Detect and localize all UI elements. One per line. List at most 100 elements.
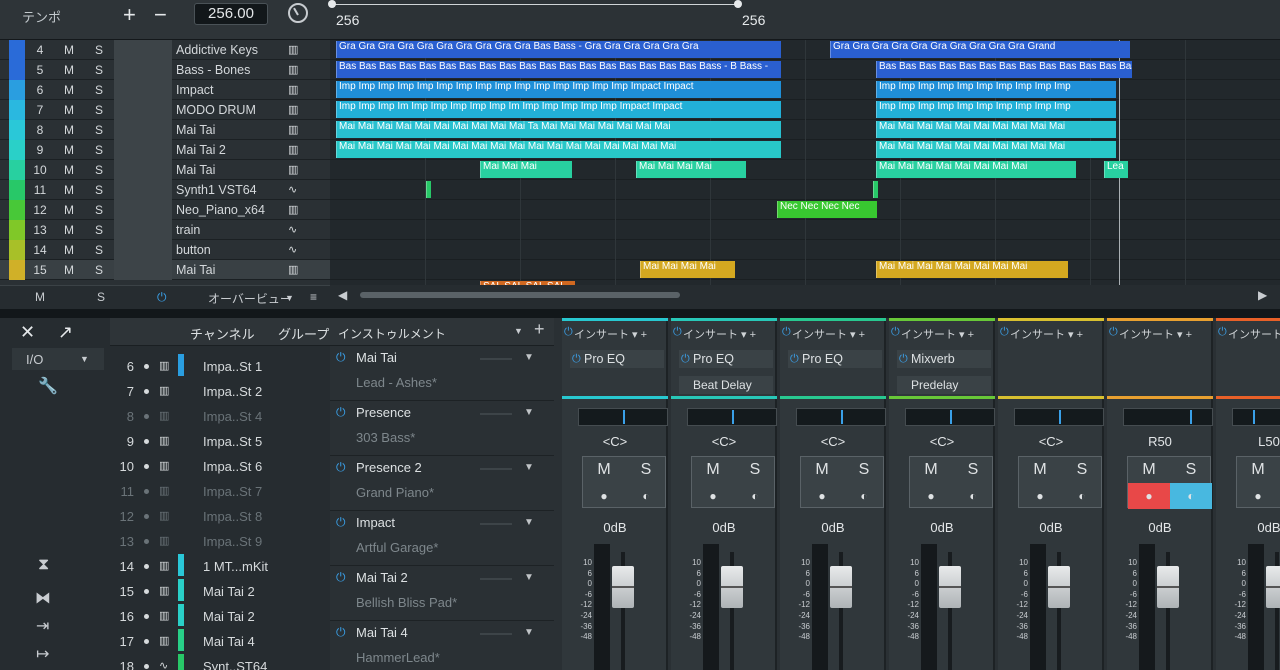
power-icon[interactable]: ⏻ bbox=[782, 326, 791, 339]
instrument-row[interactable]: ⏻ Presence 2 Grand Piano* ▼ bbox=[330, 456, 554, 511]
instrument-preset[interactable]: HammerLead* bbox=[356, 650, 440, 665]
channel-row[interactable]: 18 ∿ Synt..ST64 bbox=[110, 654, 330, 670]
pan-control[interactable] bbox=[578, 408, 668, 426]
volume-fader[interactable] bbox=[830, 566, 852, 608]
instrument-row[interactable]: ⏻ Presence 303 Bass* ▼ bbox=[330, 401, 554, 456]
chevron-down-icon[interactable]: ▼ bbox=[524, 407, 534, 418]
monitor-icon[interactable]: ◐ bbox=[952, 483, 994, 509]
insert-slot[interactable]: Predelay bbox=[897, 376, 991, 394]
arrange-clip[interactable]: Mai Mai Mai Mai Mai Mai Mai Mai Mai Mai … bbox=[336, 121, 781, 138]
arrange-clip[interactable]: Mai Mai Mai Mai Mai Mai Mai Mai bbox=[876, 261, 1068, 278]
menu-icon[interactable]: ≡ bbox=[310, 290, 317, 304]
pan-control[interactable] bbox=[1014, 408, 1104, 426]
mute-button[interactable]: M bbox=[54, 200, 84, 220]
chevron-down-icon[interactable]: ▼ bbox=[524, 462, 534, 473]
volume-fader[interactable] bbox=[1048, 566, 1070, 608]
instrument-preset[interactable]: Artful Garage* bbox=[356, 540, 438, 555]
mute-button[interactable]: M bbox=[54, 120, 84, 140]
dock-right-icon[interactable]: ⇥ bbox=[36, 616, 49, 636]
track-row[interactable]: 12 M S Neo_Piano_x64 ▥ bbox=[0, 200, 330, 220]
insert-slot[interactable]: ⏻ Pro EQ bbox=[679, 350, 773, 368]
mute-button[interactable]: M bbox=[54, 220, 84, 240]
channel-row[interactable]: 6 ▥ Impa..St 1 bbox=[110, 354, 330, 379]
chevron-down-icon[interactable]: ▼ bbox=[524, 517, 534, 528]
overview-button[interactable]: オーバービュー bbox=[208, 290, 292, 307]
power-icon[interactable]: ⏻ bbox=[336, 350, 346, 365]
record-dot-icon[interactable] bbox=[144, 539, 149, 544]
record-dot-icon[interactable] bbox=[144, 389, 149, 394]
mute-button[interactable]: M bbox=[692, 457, 734, 483]
solo-button[interactable]: S bbox=[1061, 457, 1103, 483]
instrument-preset[interactable]: Lead - Ashes* bbox=[356, 375, 437, 390]
scroll-thumb[interactable] bbox=[360, 292, 680, 298]
mute-button[interactable]: M bbox=[801, 457, 843, 483]
channel-row[interactable]: 13 ▥ Impa..St 9 bbox=[110, 529, 330, 554]
insert-label[interactable]: インサート ▾ + bbox=[1228, 326, 1280, 342]
record-dot-icon[interactable] bbox=[144, 364, 149, 369]
power-icon[interactable]: ⏻ bbox=[157, 290, 167, 305]
arrange-clip[interactable]: Imp Imp Imp Imp Imp Imp Imp Imp Imp Imp bbox=[876, 81, 1116, 98]
solo-button[interactable]: S bbox=[84, 160, 114, 180]
wrench-icon[interactable]: 🔧 bbox=[38, 376, 58, 396]
track-row[interactable]: 11 M S Synth1 VST64 ∿ bbox=[0, 180, 330, 200]
chevron-down-icon[interactable]: ▼ bbox=[524, 572, 534, 583]
mute-button[interactable]: M bbox=[583, 457, 625, 483]
record-dot-icon[interactable] bbox=[144, 564, 149, 569]
insert-slot[interactable]: ⏻ Pro EQ bbox=[570, 350, 664, 368]
channel-row[interactable]: 17 ▥ Mai Tai 4 bbox=[110, 629, 330, 654]
track-name[interactable]: Mai Tai bbox=[176, 160, 286, 180]
power-icon[interactable]: ⏻ bbox=[336, 460, 346, 475]
power-icon[interactable]: ⏻ bbox=[572, 350, 581, 368]
chevron-down-icon[interactable]: ▼ bbox=[514, 326, 523, 336]
loop-start-handle[interactable] bbox=[328, 0, 336, 8]
tempo-value-field[interactable]: 256.00 bbox=[194, 3, 268, 25]
mute-button[interactable]: M bbox=[54, 180, 84, 200]
track-row[interactable]: 14 M Sbutton ∿ bbox=[0, 240, 330, 260]
close-icon[interactable]: ✕ bbox=[20, 322, 35, 343]
insert-slot[interactable]: ⏻ Mixverb bbox=[897, 350, 991, 368]
mute-button[interactable]: M bbox=[54, 240, 84, 260]
mute-button[interactable]: M bbox=[54, 160, 84, 180]
record-icon[interactable]: ● bbox=[801, 483, 843, 509]
instrument-row[interactable]: ⏻ Impact Artful Garage* ▼ bbox=[330, 511, 554, 566]
track-row[interactable]: 7 M S MODO DRUM ▥ bbox=[0, 100, 330, 120]
arrange-clip[interactable]: Mai Mai Mai bbox=[480, 161, 572, 178]
io-button[interactable]: I/O ▼ bbox=[12, 348, 104, 370]
track-row[interactable]: 13 M Strain ∿ bbox=[0, 220, 330, 240]
track-row[interactable]: 6 M S Impact ▥ bbox=[0, 80, 330, 100]
solo-button[interactable]: S bbox=[952, 457, 994, 483]
tempo-plus-button[interactable]: + bbox=[123, 2, 136, 28]
mute-button[interactable]: M bbox=[1128, 457, 1170, 483]
power-icon[interactable]: ⏻ bbox=[790, 350, 799, 368]
arrange-clip[interactable]: Gra Gra Gra Gra Gra Gra Gra Gra Gra Gra … bbox=[830, 41, 1130, 58]
instrument-row[interactable]: ⏻ Mai Tai 2 Bellish Bliss Pad* ▼ bbox=[330, 566, 554, 621]
channel-row[interactable]: 16 ▥ Mai Tai 2 bbox=[110, 604, 330, 629]
arrange-clip[interactable]: Imp Imp Imp Imp Imp Imp Imp Imp Imp Imp … bbox=[336, 81, 781, 98]
chevron-down-icon[interactable]: ▼ bbox=[524, 627, 534, 638]
track-row[interactable]: 8 M S Mai Tai ▥ bbox=[0, 120, 330, 140]
monitor-icon[interactable]: ◐ bbox=[625, 483, 667, 509]
mute-button[interactable]: M bbox=[910, 457, 952, 483]
volume-fader[interactable] bbox=[939, 566, 961, 608]
solo-button[interactable]: S bbox=[843, 457, 885, 483]
power-icon[interactable]: ⏻ bbox=[891, 326, 900, 339]
solo-button[interactable]: S bbox=[84, 100, 114, 120]
power-icon[interactable]: ⏻ bbox=[336, 405, 346, 420]
monitor-icon[interactable]: ◐ bbox=[843, 483, 885, 509]
chevron-down-icon[interactable]: ▼ bbox=[524, 352, 534, 363]
channel-row[interactable]: 7 ▥ Impa..St 2 bbox=[110, 379, 330, 404]
arrange-clip[interactable]: Imp Imp Imp Imp Imp Imp Imp Imp Imp Imp bbox=[876, 101, 1116, 118]
insert-label[interactable]: インサート ▾ + bbox=[901, 326, 974, 342]
channel-row[interactable]: 12 ▥ Impa..St 8 bbox=[110, 504, 330, 529]
channel-row[interactable]: 10 ▥ Impa..St 6 bbox=[110, 454, 330, 479]
expand-horizontal-icon[interactable]: ⧓ bbox=[35, 588, 51, 608]
track-row[interactable]: 9 M S Mai Tai 2 ▥ bbox=[0, 140, 330, 160]
volume-fader[interactable] bbox=[612, 566, 634, 608]
clock-icon[interactable] bbox=[288, 3, 308, 23]
record-dot-icon[interactable] bbox=[144, 589, 149, 594]
instrument-preset[interactable]: Bellish Bliss Pad* bbox=[356, 595, 457, 610]
track-row[interactable]: 4 M S Addictive Keys ▥ bbox=[0, 40, 330, 60]
track-name[interactable]: Impact bbox=[176, 80, 286, 100]
timeline-ruler[interactable]: 256 256 bbox=[328, 0, 1280, 40]
arrange-view[interactable]: Gra Gra Gra Gra Gra Gra Gra Gra Gra Gra … bbox=[330, 40, 1280, 298]
